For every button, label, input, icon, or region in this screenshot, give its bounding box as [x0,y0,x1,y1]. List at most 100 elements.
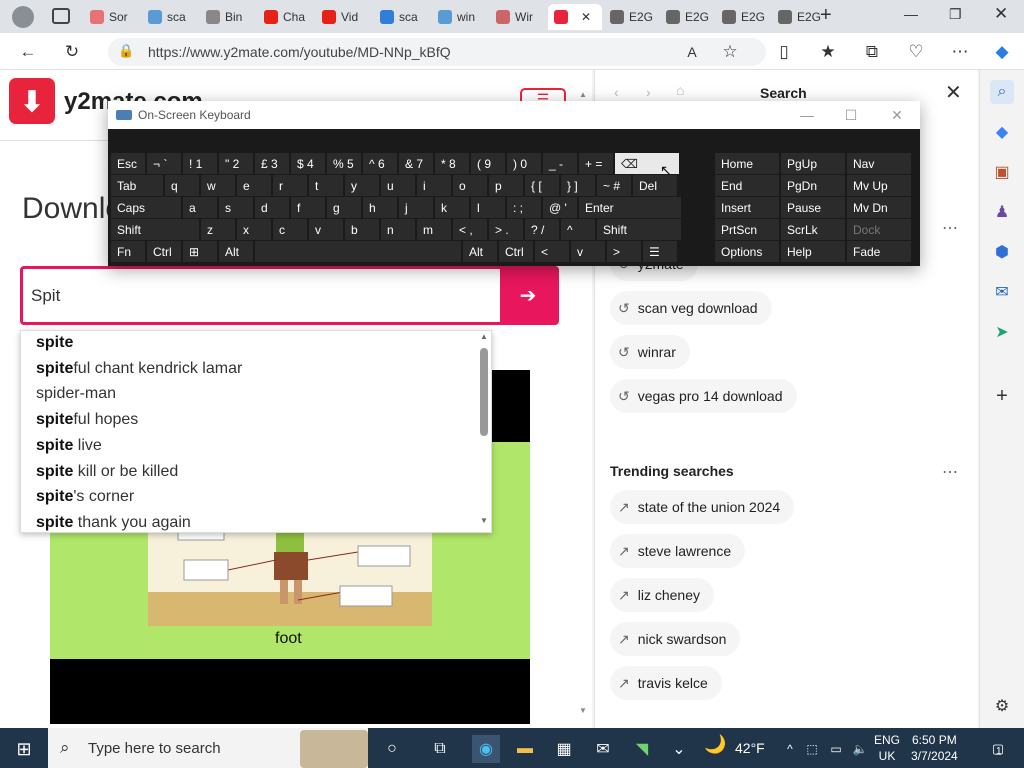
keyboard-key[interactable]: h [363,197,397,218]
keyboard-key[interactable]: Help [781,241,845,262]
suggestion-item[interactable]: spite kill or be killed [36,463,178,481]
system-clock[interactable]: 6:50 PM 3/7/2024 [911,732,958,764]
read-aloud-icon[interactable]: A [680,40,704,64]
browser-tab[interactable]: sca [374,4,430,30]
tab-actions-icon[interactable] [52,8,70,24]
keyboard-key[interactable]: Alt [463,241,497,262]
keyboard-key[interactable]: PrtScn [715,219,779,240]
browser-tab[interactable]: Wir [490,4,546,30]
keyboard-key[interactable]: e [237,175,271,196]
keyboard-key[interactable]: Insert [715,197,779,218]
keyboard-key[interactable]: ☰ [643,241,677,262]
keyboard-key[interactable]: Home [715,153,779,174]
keyboard-key[interactable]: n [381,219,415,240]
suggestion-item[interactable]: spite live [36,437,102,455]
keyboard-key[interactable]: Ctrl [499,241,533,262]
keyboard-key[interactable]: $ 4 [291,153,325,174]
browser-tab[interactable]: Sor [84,4,140,30]
trending-search-item[interactable]: ↗ nick swardson [610,622,741,656]
suggestion-item[interactable]: spite thank you again [36,514,191,532]
page-scroll-down-icon[interactable]: ▼ [579,706,587,715]
keyboard-key[interactable]: v [571,241,605,262]
volume-muted-icon[interactable]: 🔈 [846,735,874,763]
close-window-button[interactable]: ✕ [994,4,1008,24]
keyboard-key[interactable]: r [273,175,307,196]
browser-tab[interactable]: E2G [772,4,826,30]
split-screen-icon[interactable]: ▯ [772,40,796,64]
keyboard-key[interactable]: Tab [111,175,163,196]
keyboard-key[interactable]: PgDn [781,175,845,196]
pane-home-icon[interactable]: ⌂ [676,82,684,98]
browser-tab[interactable]: Bin [200,4,256,30]
outlook-icon[interactable]: ✉ [990,280,1014,304]
keyboard-key[interactable]: i [417,175,451,196]
games-icon[interactable]: ♟ [990,200,1014,224]
search-icon[interactable]: ⌕ [990,80,1014,104]
osk-close-button[interactable]: ✕ [874,101,920,129]
refresh-icon[interactable]: ↻ [60,40,84,64]
browser-tab[interactable]: Vid [316,4,372,30]
keyboard-key[interactable]: Alt [219,241,253,262]
copilot-icon[interactable]: ◆ [990,40,1014,64]
browser-tab[interactable]: E2G [716,4,770,30]
keyboard-key[interactable]: Mv Dn [847,197,911,218]
keyboard-key[interactable]: < [535,241,569,262]
back-icon[interactable]: ← [16,40,40,64]
recent-more-icon[interactable]: ⋯ [942,218,959,238]
shopping-tag-icon[interactable]: ◆ [990,120,1014,144]
mail-icon[interactable]: ✉ [589,735,617,763]
keyboard-key[interactable]: > [607,241,641,262]
keyboard-key[interactable]: d [255,197,289,218]
favorites-icon[interactable]: ★ [816,40,840,64]
keyboard-key[interactable]: ^ [561,219,595,240]
keyboard-key[interactable]: u [381,175,415,196]
cortana-icon[interactable]: ○ [378,735,406,763]
keyboard-key[interactable]: Ctrl [147,241,181,262]
keyboard-key[interactable]: q [165,175,199,196]
taskbar-chevron-icon[interactable]: ⌄ [665,735,693,763]
keyboard-key[interactable]: o [453,175,487,196]
osk-maximize-button[interactable]: ☐ [828,101,874,129]
browser-tab[interactable]: Cha [258,4,314,30]
keyboard-key[interactable]: * 8 [435,153,469,174]
keyboard-key[interactable]: { [ [525,175,559,196]
pane-back-icon[interactable]: ‹ [614,84,619,100]
trending-search-item[interactable]: ↗ liz cheney [610,578,714,612]
keyboard-key[interactable]: £ 3 [255,153,289,174]
language-indicator[interactable]: ENG UK [874,732,900,764]
keyboard-key[interactable]: ? / [525,219,559,240]
keyboard-key[interactable]: Pause [781,197,845,218]
keyboard-key[interactable]: ~ # [597,175,631,196]
suggestion-item[interactable]: spider-man [36,385,116,403]
keyboard-key[interactable]: Dock [847,219,911,240]
suggestion-item[interactable]: spite [36,334,73,352]
keyboard-key[interactable]: : ; [507,197,541,218]
keyboard-key[interactable]: k [435,197,469,218]
keyboard-key[interactable]: y [345,175,379,196]
collections-icon[interactable]: ⧉ [860,40,884,64]
browser-tab[interactable]: E2G [604,4,658,30]
keyboard-key[interactable]: < , [453,219,487,240]
browser-tab[interactable]: E2G [660,4,714,30]
keyboard-key[interactable]: & 7 [399,153,433,174]
keyboard-key[interactable]: ( 9 [471,153,505,174]
browser-tab[interactable]: ✕ [548,4,602,30]
suggestion-item[interactable]: spiteful hopes [36,411,138,429]
search-input[interactable] [23,269,499,322]
new-tab-button[interactable]: + [820,4,832,27]
keyboard-key[interactable]: Del [633,175,677,196]
keyboard-key[interactable]: Nav [847,153,911,174]
tools-briefcase-icon[interactable]: ▣ [990,160,1014,184]
recent-search-item[interactable]: ↺ scan veg download [610,291,772,325]
osk-minimize-button[interactable]: — [784,101,830,129]
keyboard-key[interactable]: Shift [111,219,199,240]
search-submit-button[interactable]: ➔ [500,269,556,322]
browser-essentials-icon[interactable]: ♡ [904,40,928,64]
scroll-down-icon[interactable]: ▼ [480,516,488,525]
keyboard-key[interactable]: Shift [597,219,681,240]
keyboard-key[interactable]: a [183,197,217,218]
keyboard-key[interactable]: Caps [111,197,181,218]
suggestion-scrollbar[interactable] [480,348,488,436]
trending-search-item[interactable]: ↗ state of the union 2024 [610,490,795,524]
keyboard-key[interactable]: ¬ ` [147,153,181,174]
